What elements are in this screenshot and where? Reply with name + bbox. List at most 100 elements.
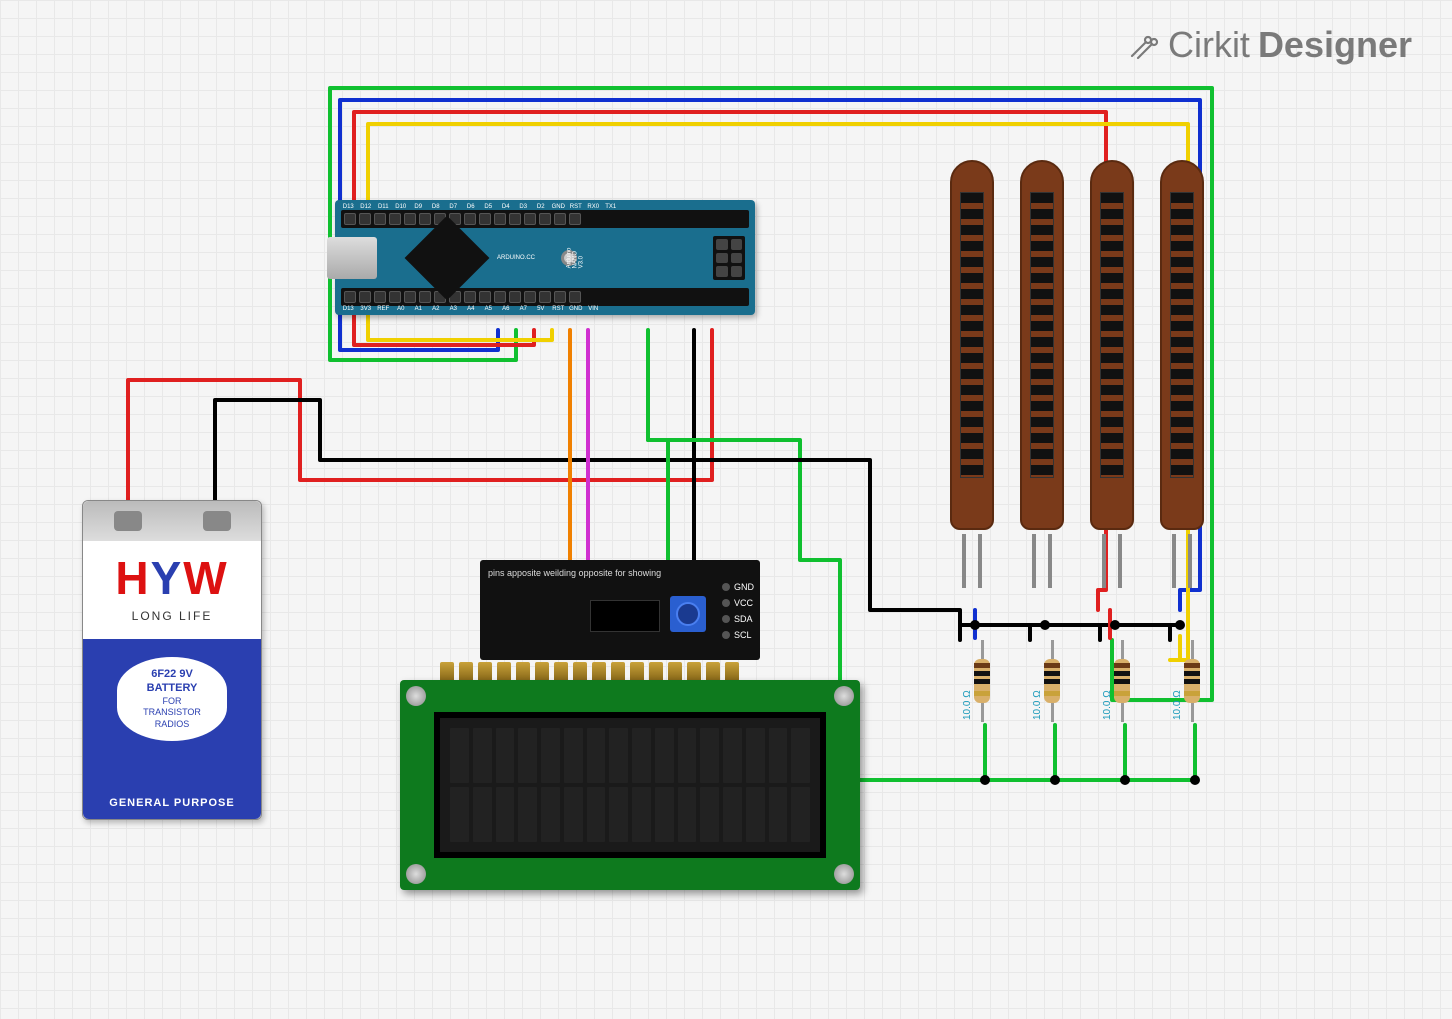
arduino-nano[interactable]: D13D12D11D10D9D8D7D6D5D4D3D2GNDRSTRX0TX1… xyxy=(335,200,755,315)
flex-sensor-body xyxy=(1020,160,1064,530)
lcd-char-cell xyxy=(632,787,651,842)
lcd-header-pin xyxy=(592,662,606,680)
resistor[interactable] xyxy=(972,640,992,722)
flex-sensor[interactable] xyxy=(1090,160,1134,590)
nano-top-row: D13D12D11D10D9D8D7D6D5D4D3D2GNDRSTRX0TX1 xyxy=(341,204,749,228)
lcd-char-cell xyxy=(450,728,469,783)
lcd-char-cell xyxy=(723,728,742,783)
battery-terminals xyxy=(83,501,261,541)
lcd-char-cell xyxy=(723,787,742,842)
lcd-char-cell xyxy=(541,728,560,783)
resistor[interactable] xyxy=(1042,640,1062,722)
resistor-body xyxy=(1044,659,1060,703)
pin-label: A2 xyxy=(429,306,444,312)
resistor-body xyxy=(1184,659,1200,703)
pin-label: D3 xyxy=(516,204,531,210)
screw-icon xyxy=(834,686,854,706)
pin-hole xyxy=(524,213,536,225)
pin-label: D12 xyxy=(359,204,374,210)
lcd-char-cell xyxy=(746,728,765,783)
pin-hole xyxy=(569,291,581,303)
pin-label: A7 xyxy=(516,306,531,312)
pin-hole xyxy=(464,291,476,303)
pin-hole xyxy=(479,291,491,303)
lcd-char-cell xyxy=(791,728,810,783)
pin-hole xyxy=(419,291,431,303)
pin-hole xyxy=(554,291,566,303)
screw-icon xyxy=(406,686,426,706)
lcd-char-cell xyxy=(564,787,583,842)
lcd-char-cell xyxy=(541,787,560,842)
flex-sensor-body xyxy=(1160,160,1204,530)
pin-label: D13 xyxy=(341,306,356,312)
pin-label: D13 xyxy=(341,204,356,210)
flex-sensor[interactable] xyxy=(950,160,994,590)
wire-node xyxy=(1040,620,1050,630)
battery-brand-h: H xyxy=(115,552,150,604)
app-logo: Cirkit Designer xyxy=(1126,24,1412,66)
resistor-value-label: 10.0 Ω xyxy=(1102,690,1113,720)
pin-hole xyxy=(554,213,566,225)
lcd-16x2-i2c[interactable]: pins apposite weilding opposite for show… xyxy=(400,560,860,890)
pin-label: D9 xyxy=(411,204,426,210)
battery-longlife: LONG LIFE xyxy=(83,609,261,623)
pin-label: D4 xyxy=(499,204,514,210)
flex-sensor-body xyxy=(1090,160,1134,530)
logo-text-prefix: Cirkit xyxy=(1168,24,1250,66)
nano-body: ARDUINO.CC Arduino NANO V3.0 xyxy=(341,228,749,288)
lcd-char-cell xyxy=(587,787,606,842)
lcd-header-pin xyxy=(706,662,720,680)
pin-label: D11 xyxy=(376,204,391,210)
battery-general-purpose: GENERAL PURPOSE xyxy=(83,797,261,809)
pin-label: GND xyxy=(551,204,566,210)
nano-board-name: ARDUINO.CC xyxy=(497,255,535,261)
lcd-header-pin xyxy=(478,662,492,680)
pin-hole xyxy=(524,291,536,303)
nano-top-pin-header xyxy=(341,210,749,228)
pin-label: D7 xyxy=(446,204,461,210)
pin-hole xyxy=(344,291,356,303)
nano-model-text: Arduino NANO V3.0 xyxy=(566,248,584,269)
lcd-char-cell xyxy=(700,787,719,842)
pin-hole xyxy=(569,213,581,225)
resistor-value-label: 10.0 Ω xyxy=(962,690,973,720)
usb-port-icon xyxy=(327,237,377,279)
flex-sensor[interactable] xyxy=(1020,160,1064,590)
pin-hole xyxy=(494,213,506,225)
lcd-char-cell xyxy=(496,728,515,783)
battery-spec-3: FOR xyxy=(123,696,221,708)
lcd-header-pin xyxy=(516,662,530,680)
wire-node xyxy=(1110,620,1120,630)
pin-hole xyxy=(479,213,491,225)
lcd-header-pin xyxy=(649,662,663,680)
nano-bottom-row: D133V3REFA0A1A2A3A4A5A6A75VRSTGNDVIN xyxy=(341,288,749,312)
contrast-trimpot[interactable] xyxy=(670,596,706,632)
resistor[interactable] xyxy=(1182,640,1202,722)
lcd-header-pin xyxy=(459,662,473,680)
battery-brand-y: Y xyxy=(151,552,184,604)
battery-spec-5: RADIOS xyxy=(123,719,221,731)
pin-label: A4 xyxy=(464,306,479,312)
lcd-screen xyxy=(434,712,826,858)
pin-hole xyxy=(494,291,506,303)
resistor[interactable] xyxy=(1112,640,1132,722)
i2c-chip-icon xyxy=(590,600,660,632)
lcd-header-pin xyxy=(440,662,454,680)
battery-terminal-negative xyxy=(203,511,231,531)
pin-hole xyxy=(359,213,371,225)
i2c-pin-labels: GND VCC SDA SCL xyxy=(722,582,754,640)
battery-9v[interactable]: HYW LONG LIFE 6F22 9V BATTERY FOR TRANSI… xyxy=(82,500,262,820)
logo-icon xyxy=(1126,28,1160,62)
battery-body: 6F22 9V BATTERY FOR TRANSISTOR RADIOS GE… xyxy=(83,639,261,819)
battery-spec-2: BATTERY xyxy=(123,681,221,695)
i2c-pin-gnd: GND xyxy=(734,582,754,592)
battery-brand: HYW xyxy=(83,551,261,605)
pin-hole xyxy=(344,213,356,225)
pin-label xyxy=(604,306,619,312)
lcd-char-cell xyxy=(587,728,606,783)
pin-label: D8 xyxy=(429,204,444,210)
i2c-pin-sda: SDA xyxy=(734,614,753,624)
pin-label: A5 xyxy=(481,306,496,312)
lcd-char-cell xyxy=(518,787,537,842)
flex-sensor[interactable] xyxy=(1160,160,1204,590)
